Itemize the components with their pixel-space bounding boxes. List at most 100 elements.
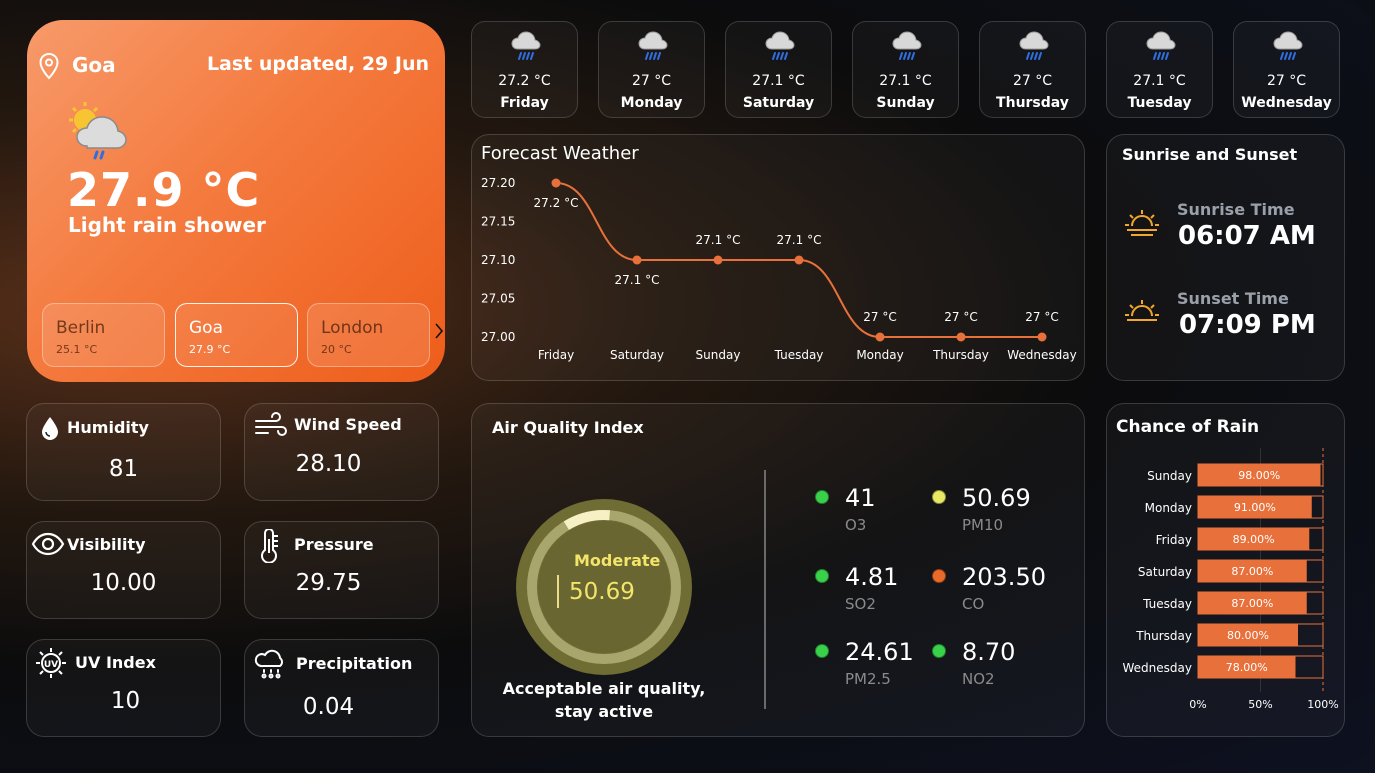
forecast-data-label: 27.1 °C [777,233,822,247]
city-name: Goa [189,318,223,338]
x-tick-label: Friday [538,348,574,362]
sunrise-label: Sunrise Time [1177,200,1295,219]
day-temp: 27.1 °C [1133,73,1186,89]
rain-cloud-icon [510,30,542,66]
day-temp: 27.1 °C [879,73,932,89]
sunrise-icon [1123,208,1161,244]
bar-category-label: Friday [1156,533,1192,547]
thermometer-icon [258,528,280,567]
day-temp: 27 °C [1012,73,1053,89]
forecast-data-label: 27.1 °C [696,233,741,247]
rain-cloud-icon [1018,30,1050,66]
city-temp: 20 °C [321,343,352,356]
humidity-card: Humidity 81 [26,403,221,501]
forecast-data-label: 27 °C [944,310,977,324]
bar-category-label: Monday [1145,501,1192,515]
forecast-weather-card: Forecast Weather 27.20 27.15 27.10 27.05 27.… [471,134,1085,381]
pollutant-label: PM10 [962,516,1004,534]
forecast-data-label: 27.2 °C [534,196,579,210]
bar-data-label: 89.00% [1233,533,1275,546]
day-name: Tuesday [1127,95,1192,111]
uv-index-card: UV UV Index 10 [26,639,221,737]
city-card-goa[interactable]: Goa 27.9 °C [175,303,298,367]
city-temp: 27.9 °C [189,343,231,356]
x-tick-label: 0% [1189,698,1206,711]
pollutant-value: 24.61 [845,638,914,666]
location-pin-icon [37,52,61,84]
status-dot-icon [815,569,829,583]
forecast-data-label: 27.1 °C [615,273,660,287]
city-card-london[interactable]: London 20 °C [307,303,430,367]
stat-value: 0.04 [302,694,355,720]
forecast-point [794,255,804,265]
status-dot-icon [815,490,829,504]
current-temperature: 27.9 °C [67,163,261,217]
air-quality-card: Air Quality Index Moderate 50.69 Accepta… [471,403,1085,737]
day-temp: 27.2 °C [498,73,551,89]
bar-data-label: 87.00% [1231,597,1273,610]
day-card[interactable]: 27.2 °C Friday [471,21,578,118]
day-card[interactable]: 27.1 °C Sunday [852,21,959,118]
y-tick-label: 27.20 [481,176,515,190]
city-card-berlin[interactable]: Berlin 25.1 °C [42,303,165,367]
pollutant-label: SO2 [845,595,876,613]
status-dot-icon [932,490,946,504]
svg-text:UV: UV [44,660,58,670]
x-tick-label: Sunday [696,348,741,362]
day-card[interactable]: 27 °C Thursday [979,21,1086,118]
wind-speed-card: Wind Speed 28.10 [244,403,439,501]
aqi-title: Air Quality Index [492,418,644,437]
pollutant-value: 50.69 [962,484,1031,512]
day-card[interactable]: 27 °C Monday [598,21,705,118]
stat-label: Precipitation [296,654,413,673]
current-weather-card: Goa Last updated, 29 Jun 27.9 °C Light r… [27,20,445,382]
stat-label: Pressure [294,535,374,554]
rain-cloud-icon [1272,30,1304,66]
forecast-point [1037,332,1047,342]
aqi-message-line2: stay active [554,702,654,721]
water-drop-icon [39,415,61,445]
forecast-point [956,332,966,342]
y-tick-label: 27.15 [481,215,515,229]
day-name: Monday [620,95,683,111]
pollutant-label: O3 [845,516,867,534]
pressure-card: Pressure 29.75 [244,521,439,619]
y-tick-label: 27.05 [481,292,515,306]
bar-data-label: 80.00% [1227,629,1269,642]
stat-value: 81 [108,456,139,482]
x-tick-label: Thursday [932,348,989,362]
visibility-card: Visibility 10.00 [26,521,221,619]
pollutant-value: 203.50 [962,563,1046,591]
forecast-point [632,255,642,265]
sunset-label: Sunset Time [1177,289,1289,308]
bar-data-label: 98.00% [1238,469,1280,482]
location-name: Goa [72,53,116,77]
day-card[interactable]: 27.1 °C Tuesday [1106,21,1213,118]
day-name: Thursday [996,95,1069,111]
bar-category-label: Thursday [1135,629,1192,643]
eye-icon [31,532,65,560]
day-card[interactable]: 27 °C Wednesday [1233,21,1340,118]
rain-bar-chart: Sunday 98.00% Monday 91.00% Friday 89.00% Satu… [1123,448,1339,711]
rain-cloud-icon [637,30,669,66]
stat-label: Wind Speed [294,415,402,434]
aqi-status: Moderate [574,551,661,570]
sun-uv-icon: UV [35,647,67,683]
aqi-message: Acceptable air quality, stay active [472,677,736,723]
stat-value: 29.75 [295,570,362,596]
partly-cloudy-rain-icon [65,100,137,168]
status-dot-icon [815,644,829,658]
sunset-time: 07:09 PM [1179,310,1316,340]
pollutant-label: PM2.5 [845,670,891,688]
y-tick-label: 27.10 [481,253,515,267]
current-condition: Light rain shower [68,213,266,237]
chevron-right-icon[interactable] [434,323,444,344]
day-name: Friday [500,95,549,111]
day-card[interactable]: 27.1 °C Saturday [725,21,832,118]
bar-category-label: Saturday [1138,565,1192,579]
bar-category-label: Tuesday [1142,597,1192,611]
x-tick-label: Wednesday [1007,348,1076,362]
y-tick-label: 27.00 [481,330,515,344]
sunset-icon [1123,298,1161,334]
city-temp: 25.1 °C [56,343,98,356]
